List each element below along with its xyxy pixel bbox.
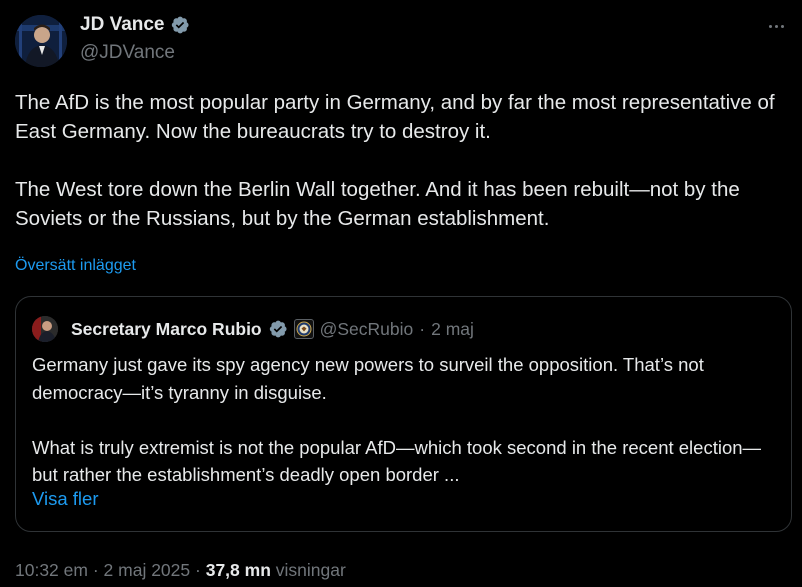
verified-badge-icon (171, 16, 189, 34)
tweet-meta: 10:32 em · 2 maj 2025 · 37,8 mn visninga… (15, 560, 346, 581)
quote-text: Germany just gave its spy agency new pow… (32, 351, 782, 489)
tweet-text: The AfD is the most popular party in Ger… (15, 88, 795, 233)
separator-dot: · (419, 318, 426, 339)
quote-author-handle[interactable]: @SecRubio (320, 319, 414, 340)
views-count: 37,8 mn (205, 560, 271, 580)
separator-dot: · (195, 560, 201, 580)
quote-author-avatar[interactable] (32, 316, 58, 342)
show-more-link[interactable]: Visa fler (32, 488, 99, 510)
author-handle[interactable]: @JDVance (80, 42, 175, 64)
quoted-tweet[interactable]: Secretary Marco Rubio @SecRubio · 2 maj … (15, 296, 792, 532)
quote-paragraph: What is truly extremist is not the popul… (32, 436, 762, 486)
author-name[interactable]: JD Vance (80, 14, 190, 36)
tweet-paragraph: The West tore down the Berlin Wall toget… (15, 178, 740, 230)
quote-header: Secretary Marco Rubio @SecRubio · 2 maj (71, 316, 474, 342)
separator-dot: · (92, 560, 99, 580)
more-options-button[interactable] (764, 16, 788, 36)
post-time[interactable]: 10:32 em (15, 560, 88, 580)
tweet-paragraph: The AfD is the most popular party in Ger… (15, 91, 775, 143)
author-avatar-image (15, 15, 67, 67)
more-options-icon (768, 24, 772, 28)
state-department-seal-icon (293, 319, 314, 339)
quote-paragraph: Germany just gave its spy agency new pow… (32, 354, 704, 403)
views-label: visningar (275, 560, 346, 580)
quote-avatar-image (32, 316, 58, 342)
post-date[interactable]: 2 maj 2025 (104, 560, 191, 580)
quote-author-name[interactable]: Secretary Marco Rubio (71, 319, 262, 340)
translate-post-link[interactable]: Översätt inlägget (15, 257, 136, 275)
author-avatar[interactable] (15, 15, 67, 67)
verified-badge-icon (269, 320, 287, 338)
quote-date[interactable]: 2 maj (431, 319, 474, 340)
author-name-text[interactable]: JD Vance (80, 14, 165, 36)
